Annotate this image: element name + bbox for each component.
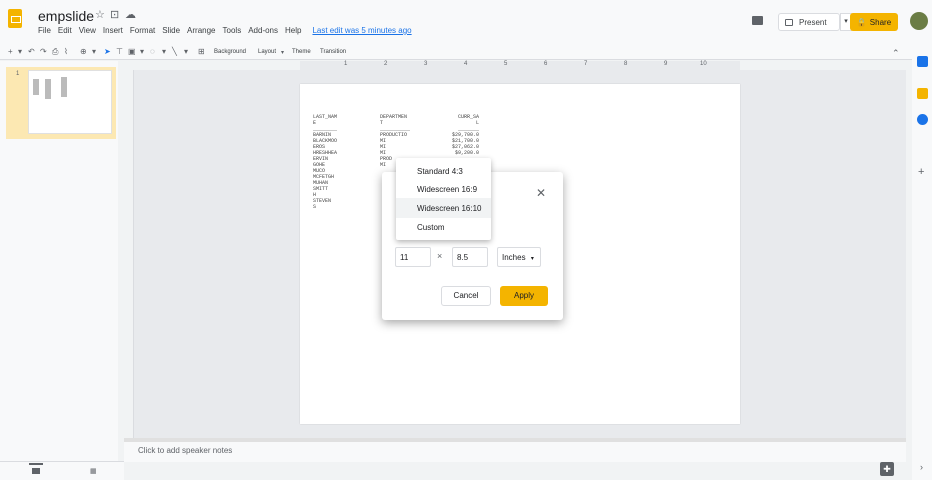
layout-button[interactable]: Layout bbox=[258, 49, 276, 55]
new-slide-dropdown-icon[interactable]: ▾ bbox=[18, 47, 22, 56]
ruler-mark: 4 bbox=[464, 61, 468, 67]
unit-label: Inches bbox=[502, 253, 526, 262]
unit-select[interactable]: Inches ▾ bbox=[497, 247, 541, 267]
get-addons-icon[interactable]: + bbox=[918, 166, 924, 178]
theme-button[interactable]: Theme bbox=[292, 49, 311, 55]
ruler-mark: 2 bbox=[384, 61, 388, 67]
speaker-notes-area[interactable] bbox=[124, 442, 906, 462]
times-symbol: × bbox=[437, 251, 443, 261]
speaker-notes-placeholder[interactable]: Click to add speaker notes bbox=[138, 446, 232, 455]
slide-column-curr-sal[interactable]: CURR_SA L _______ $29,700.0 $21,700.0 $2… bbox=[452, 114, 479, 156]
zoom-icon[interactable]: ⊕ bbox=[80, 47, 87, 56]
filmstrip-view-icon[interactable] bbox=[29, 463, 43, 474]
background-button[interactable]: Background bbox=[214, 49, 246, 55]
show-side-panel-icon[interactable]: › bbox=[920, 462, 923, 472]
image-icon[interactable]: ▣ bbox=[128, 47, 136, 56]
present-label: Present bbox=[799, 17, 827, 27]
image-dropdown-icon[interactable]: ▾ bbox=[140, 47, 144, 56]
menu-arrange[interactable]: Arrange bbox=[187, 26, 215, 35]
select-icon[interactable]: ➤ bbox=[104, 47, 111, 56]
zoom-dropdown-icon[interactable]: ▾ bbox=[92, 47, 96, 56]
option-standard-4-3[interactable]: Standard 4:3 bbox=[396, 161, 491, 181]
ruler-mark: 1 bbox=[344, 61, 348, 67]
ruler-mark: 3 bbox=[424, 61, 428, 67]
ruler-mark: 7 bbox=[584, 61, 588, 67]
toolbar: + ▾ ↶ ↷ ⎙ ⌇ ⊕ ▾ ➤ ⊤ ▣ ▾ ◌ ▾ ╲ ▾ ⊞ Backgr… bbox=[0, 46, 932, 60]
side-panel bbox=[912, 46, 932, 480]
apply-button[interactable]: Apply bbox=[500, 286, 548, 306]
thumb-text-block bbox=[33, 79, 39, 95]
undo-icon[interactable]: ↶ bbox=[28, 47, 35, 56]
menu-help[interactable]: Help bbox=[285, 26, 301, 35]
new-slide-icon[interactable]: + bbox=[8, 47, 13, 56]
height-input[interactable]: 8.5 bbox=[452, 247, 488, 267]
folder-icon[interactable]: ⊡ bbox=[110, 8, 119, 21]
chevron-down-icon: ▾ bbox=[530, 256, 534, 262]
slide-column-last-name[interactable]: LAST_NAM E ________ BARNIN BLACKMOO EROS… bbox=[313, 114, 337, 210]
cancel-button[interactable]: Cancel bbox=[441, 286, 491, 306]
ruler-mark: 6 bbox=[544, 61, 548, 67]
width-input[interactable]: 11 bbox=[395, 247, 431, 267]
tasks-icon[interactable] bbox=[917, 114, 928, 125]
print-icon[interactable]: ⎙ bbox=[52, 47, 58, 57]
last-edit-link[interactable]: Last edit was 5 minutes ago bbox=[312, 26, 411, 35]
slide-thumbnail[interactable] bbox=[28, 70, 112, 134]
thumb-text-block bbox=[45, 79, 51, 99]
option-custom[interactable]: Custom bbox=[396, 217, 491, 237]
paint-format-icon[interactable]: ⌇ bbox=[64, 47, 68, 56]
keep-icon[interactable] bbox=[917, 88, 928, 99]
option-widescreen-16-10[interactable]: Widescreen 16:10 bbox=[396, 198, 491, 218]
grid-view-icon[interactable]: ▦ bbox=[90, 467, 97, 475]
layout-dropdown-icon[interactable]: ▾ bbox=[281, 49, 284, 56]
explore-icon[interactable]: ✚ bbox=[880, 462, 894, 476]
share-button[interactable]: 🔒 Share bbox=[850, 13, 898, 31]
comment-icon[interactable]: ⊞ bbox=[198, 47, 205, 56]
lock-icon: 🔒 bbox=[856, 17, 867, 27]
line-dropdown-icon[interactable]: ▾ bbox=[184, 47, 188, 56]
collapse-menus-icon[interactable]: ⌃ bbox=[892, 48, 900, 59]
share-label: Share bbox=[869, 17, 892, 27]
present-icon bbox=[785, 18, 793, 26]
document-title[interactable]: empslide bbox=[38, 8, 94, 24]
menu-file[interactable]: File bbox=[38, 26, 51, 35]
text-box-icon[interactable]: ⊤ bbox=[116, 47, 123, 56]
close-icon[interactable]: ✕ bbox=[536, 186, 546, 200]
menu-format[interactable]: Format bbox=[130, 26, 155, 35]
menu-bar: File Edit View Insert Format Slide Arran… bbox=[38, 26, 412, 35]
menu-edit[interactable]: Edit bbox=[58, 26, 72, 35]
menu-view[interactable]: View bbox=[79, 26, 96, 35]
menu-slide[interactable]: Slide bbox=[162, 26, 180, 35]
menu-tools[interactable]: Tools bbox=[223, 26, 242, 35]
horizontal-ruler: 1 2 3 4 5 6 7 8 9 10 bbox=[300, 61, 740, 70]
present-button[interactable]: Present bbox=[778, 13, 840, 31]
line-icon[interactable]: ╲ bbox=[172, 47, 177, 56]
view-switcher bbox=[0, 461, 124, 480]
ruler-mark: 9 bbox=[664, 61, 668, 67]
page-size-dropdown: Standard 4:3 Widescreen 16:9 Widescreen … bbox=[396, 158, 491, 240]
comment-history-icon[interactable] bbox=[752, 16, 763, 25]
calendar-icon[interactable] bbox=[917, 56, 928, 67]
star-icon[interactable]: ☆ bbox=[95, 8, 105, 21]
shape-dropdown-icon[interactable]: ▾ bbox=[162, 47, 166, 56]
menu-insert[interactable]: Insert bbox=[103, 26, 123, 35]
cloud-status-icon[interactable]: ☁ bbox=[125, 8, 136, 21]
ruler-mark: 8 bbox=[624, 61, 628, 67]
ruler-mark: 5 bbox=[504, 61, 508, 67]
avatar[interactable] bbox=[910, 12, 928, 30]
vertical-ruler bbox=[124, 70, 134, 438]
ruler-mark: 10 bbox=[700, 61, 707, 67]
slide-number: 1 bbox=[16, 71, 20, 77]
thumb-text-block bbox=[61, 77, 67, 97]
redo-icon[interactable]: ↷ bbox=[40, 47, 47, 56]
option-widescreen-16-9[interactable]: Widescreen 16:9 bbox=[396, 179, 491, 199]
shape-icon[interactable]: ◌ bbox=[150, 47, 155, 56]
transition-button[interactable]: Transition bbox=[320, 49, 346, 55]
menu-addons[interactable]: Add-ons bbox=[248, 26, 278, 35]
slides-logo-icon[interactable] bbox=[8, 9, 22, 28]
